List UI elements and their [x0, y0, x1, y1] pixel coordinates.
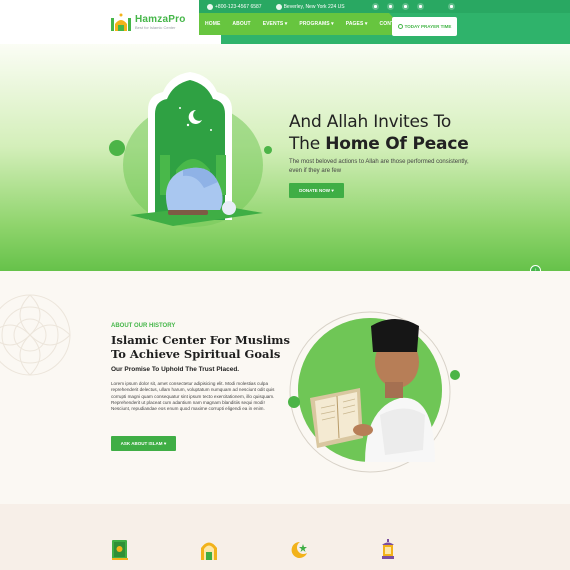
phone-icon	[207, 3, 213, 10]
address-info: Beverley, New York 224 US	[275, 3, 345, 10]
lantern-icon[interactable]	[378, 539, 398, 561]
nav-home[interactable]: HOME	[199, 13, 226, 35]
about-body-text: Lorem ipsum dolor sit, amet consectetur …	[111, 381, 275, 412]
site-header: HamzaPro Best for Islamic Center +800-12…	[0, 0, 570, 44]
features-strip	[0, 504, 570, 570]
mosque-logo-icon	[111, 13, 131, 31]
about-subtitle: Our Promise To Uphold The Trust Placed.	[111, 366, 240, 373]
hero-title-line2: The Home Of Peace	[289, 134, 469, 154]
about-illustration	[288, 311, 460, 473]
hero-section	[0, 44, 570, 271]
hero-title-prefix: The	[289, 134, 326, 154]
location-pin-icon	[275, 3, 282, 10]
nav-programs[interactable]: PROGRAMS ▾	[293, 13, 339, 35]
brand-tagline: Best for Islamic Center	[135, 24, 176, 30]
wifi-icon[interactable]	[448, 3, 455, 10]
nav-about[interactable]: ABOUT	[226, 13, 256, 35]
dribbble-icon[interactable]	[372, 3, 379, 10]
prayer-time-label: TODAY PRAYER TIME	[404, 24, 452, 29]
skype-icon[interactable]	[417, 3, 424, 10]
crescent-star-icon[interactable]	[289, 539, 309, 561]
nav-events[interactable]: EVENTS ▾	[257, 13, 294, 35]
mandala-pattern	[0, 294, 71, 376]
twitter-icon[interactable]	[387, 3, 394, 10]
logo[interactable]: HamzaPro Best for Islamic Center	[110, 11, 186, 33]
hero-description: The most beloved actions to Allah are th…	[289, 159, 469, 174]
brand-name: HamzaPro	[135, 13, 186, 25]
prayer-time-button[interactable]: TODAY PRAYER TIME	[392, 17, 457, 36]
phone-info[interactable]: +800-123-4567 6587	[207, 3, 262, 10]
mosque-window-icon[interactable]	[199, 539, 219, 561]
main-nav: HOME ABOUT EVENTS ▾ PROGRAMS ▾ PAGES ▾ C…	[199, 13, 410, 35]
address-text: Beverley, New York 224 US	[283, 3, 345, 10]
donate-now-button[interactable]: DONATE NOW ♥	[289, 183, 344, 198]
hero-title-line1: And Allah Invites To	[289, 112, 452, 132]
quran-book-icon[interactable]	[110, 539, 130, 561]
topbar: +800-123-4567 6587 Beverley, New York 22…	[199, 0, 570, 13]
about-title: Islamic Center For Muslims To Achieve Sp…	[111, 333, 290, 361]
nav-pages[interactable]: PAGES ▾	[340, 13, 374, 35]
hero-title-bold: Home Of Peace	[325, 134, 469, 154]
clock-icon	[397, 24, 403, 29]
vimeo-icon[interactable]	[402, 3, 409, 10]
ask-about-islam-button[interactable]: ASK ABOUT ISLAM ♥	[111, 436, 176, 451]
phone-number: +800-123-4567 6587	[215, 3, 262, 10]
about-eyebrow: ABOUT OUR HISTORY	[111, 323, 176, 329]
hero-illustration	[109, 72, 272, 227]
